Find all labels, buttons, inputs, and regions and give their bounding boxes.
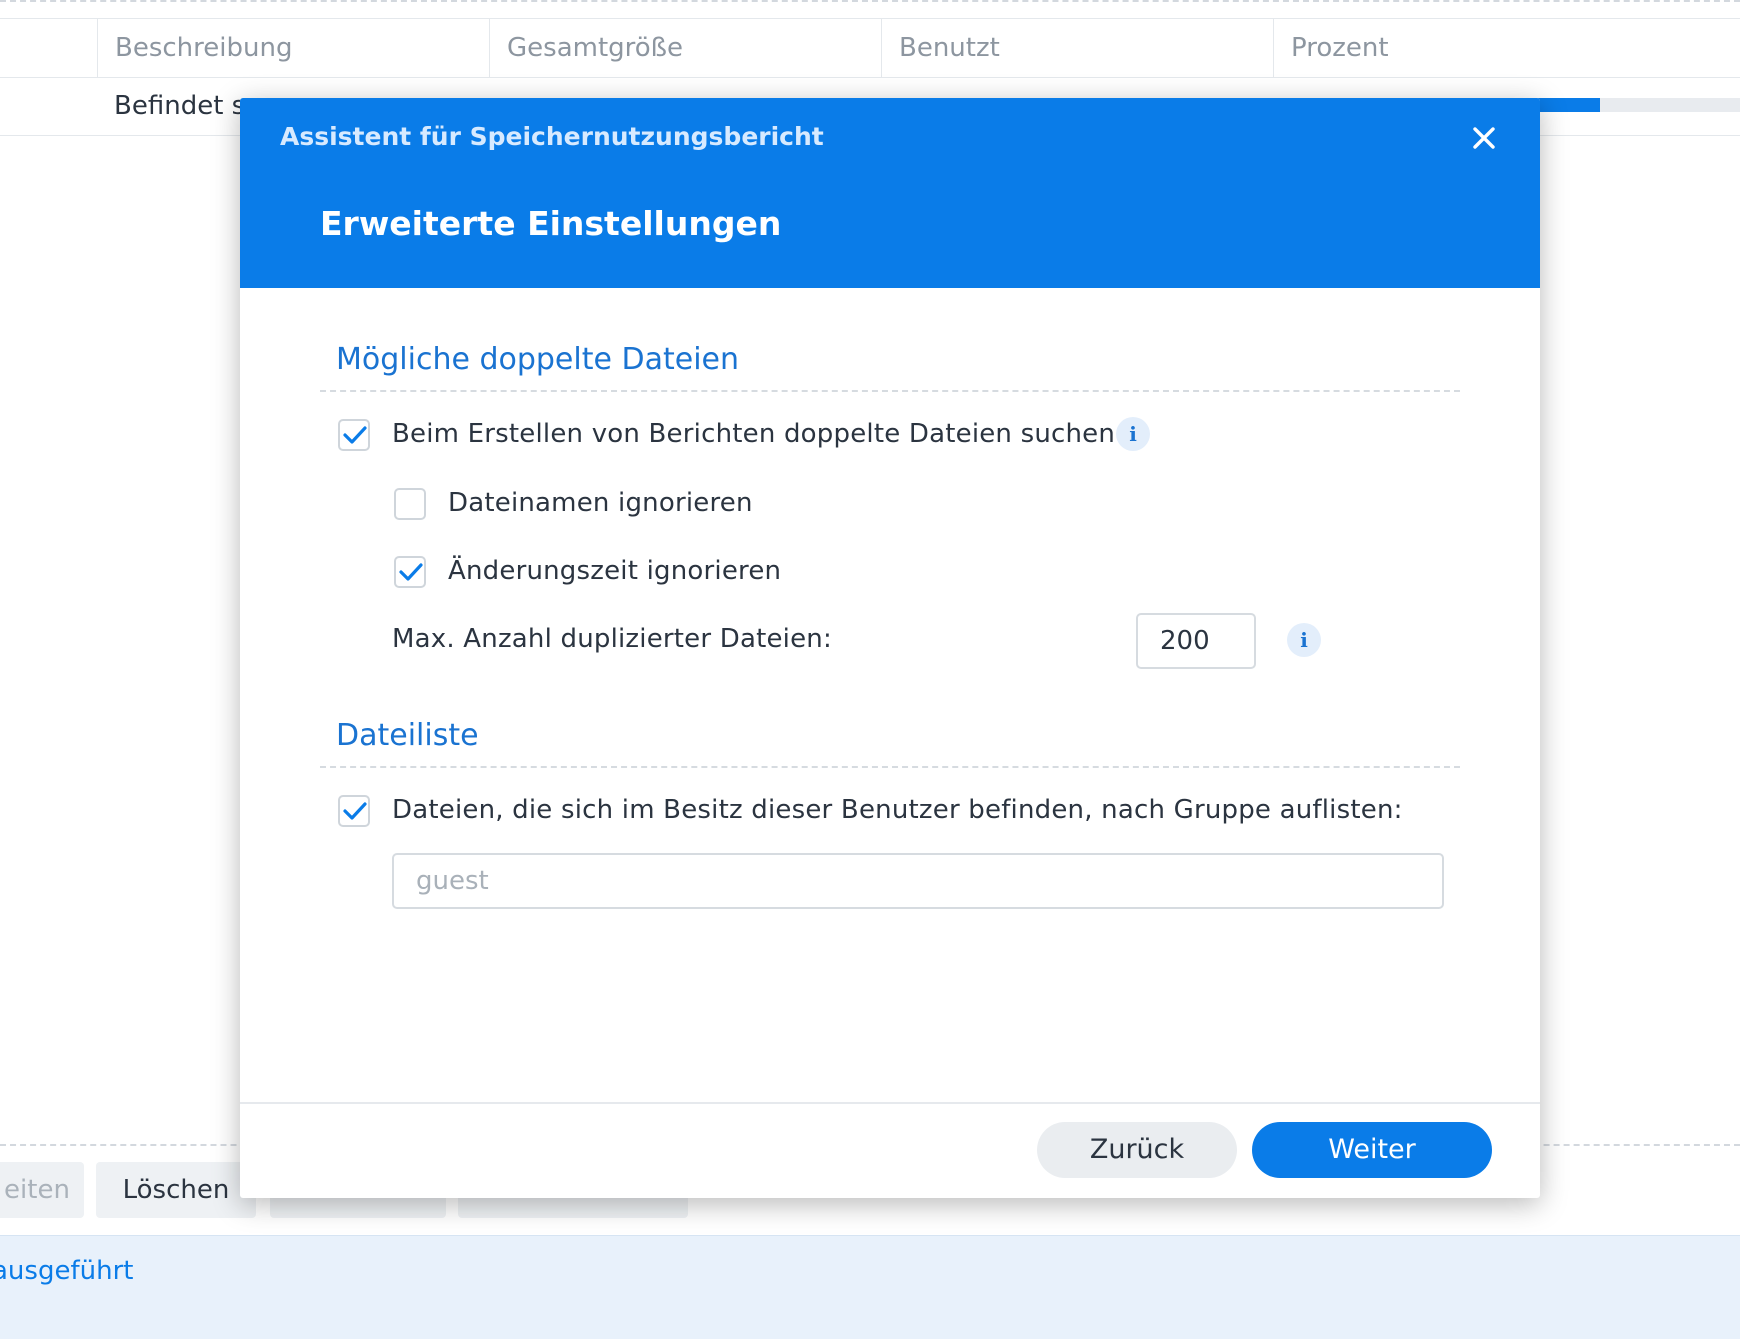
top-divider xyxy=(0,0,1740,2)
info-glyph: i xyxy=(1300,628,1308,652)
dialog-header: Assistent für Speichernutzungsbericht Er… xyxy=(240,98,1540,288)
list-by-group-label: Dateien, die sich im Besitz dieser Benut… xyxy=(392,795,1403,825)
section-divider xyxy=(320,766,1460,768)
column-header-blank[interactable] xyxy=(0,19,97,77)
row-description: Befindet s xyxy=(114,91,246,121)
dialog-subtitle: Erweiterte Einstellungen xyxy=(320,204,782,243)
section-divider xyxy=(320,390,1460,392)
ignore-mtime-checkbox[interactable] xyxy=(394,556,426,588)
back-button[interactable]: Zurück xyxy=(1037,1122,1237,1178)
report-wizard-dialog: Assistent für Speichernutzungsbericht Er… xyxy=(240,98,1540,1198)
column-header-total-size[interactable]: Gesamtgröße xyxy=(489,19,881,77)
info-icon[interactable]: i xyxy=(1116,417,1150,451)
check-icon xyxy=(399,563,423,581)
column-header-percent[interactable]: Prozent xyxy=(1273,19,1740,77)
next-button[interactable]: Weiter xyxy=(1252,1122,1492,1178)
edit-button[interactable]: eiten xyxy=(0,1162,84,1218)
max-duplicates-input[interactable] xyxy=(1136,613,1256,669)
table-header: Beschreibung Gesamtgröße Benutzt Prozent xyxy=(0,18,1740,78)
check-icon xyxy=(343,426,367,444)
column-header-description[interactable]: Beschreibung xyxy=(97,19,489,77)
check-icon xyxy=(343,802,367,820)
status-bar: ausgeführt xyxy=(0,1235,1740,1339)
users-input[interactable] xyxy=(392,853,1444,909)
status-text[interactable]: ausgeführt xyxy=(0,1256,133,1286)
search-duplicates-label: Beim Erstellen von Berichten doppelte Da… xyxy=(392,419,1116,449)
section-title-duplicates: Mögliche doppelte Dateien xyxy=(336,342,739,377)
ignore-mtime-label: Änderungszeit ignorieren xyxy=(448,556,782,586)
max-duplicates-label: Max. Anzahl duplizierter Dateien: xyxy=(392,624,832,654)
close-icon[interactable] xyxy=(1466,120,1502,156)
footer-divider xyxy=(240,1102,1540,1104)
section-title-filelist: Dateiliste xyxy=(336,718,479,753)
ignore-filenames-checkbox[interactable] xyxy=(394,488,426,520)
ignore-filenames-label: Dateinamen ignorieren xyxy=(448,488,753,518)
info-icon[interactable]: i xyxy=(1287,623,1321,657)
column-header-used[interactable]: Benutzt xyxy=(881,19,1273,77)
info-glyph: i xyxy=(1129,422,1137,446)
search-duplicates-checkbox[interactable] xyxy=(338,419,370,451)
list-by-group-checkbox[interactable] xyxy=(338,795,370,827)
dialog-title: Assistent für Speichernutzungsbericht xyxy=(280,122,824,151)
delete-button[interactable]: Löschen xyxy=(96,1162,256,1218)
